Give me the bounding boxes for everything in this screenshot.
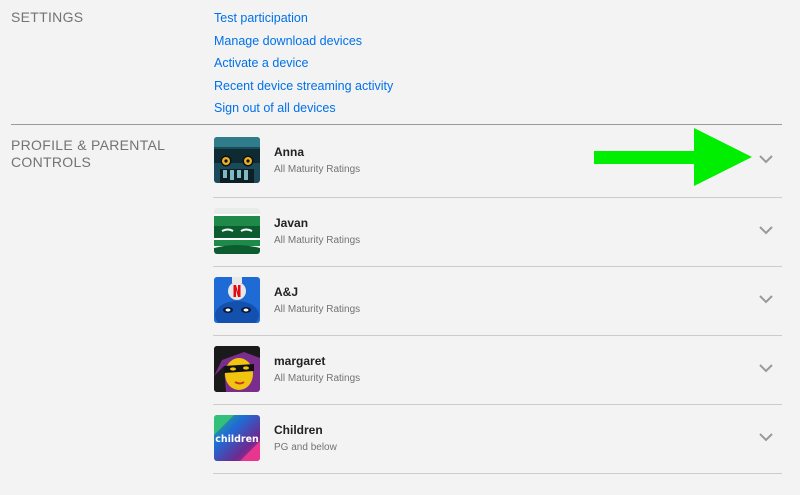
chevron-down-icon[interactable] [758, 151, 774, 167]
profile-name: Anna [274, 145, 304, 159]
green-arrow-icon [594, 128, 754, 186]
profile-rating: PG and below [274, 442, 337, 453]
profile-rating: All Maturity Ratings [274, 304, 361, 315]
profile-row-margaret[interactable]: margaret All Maturity Ratings [213, 336, 782, 405]
profile-rating: All Maturity Ratings [274, 235, 361, 246]
recent-streaming-activity-link[interactable]: Recent device streaming activity [214, 75, 393, 98]
settings-heading: SETTINGS [11, 9, 84, 25]
settings-links: Test participation Manage download devic… [214, 7, 393, 120]
profile-row-a-and-j[interactable]: A&J All Maturity Ratings [213, 267, 782, 336]
profile-rating: All Maturity Ratings [274, 373, 361, 384]
masked-face-icon [214, 208, 260, 254]
svg-text:children: children [215, 434, 259, 445]
section-divider [11, 124, 782, 125]
children-logo-icon: children [214, 415, 260, 461]
profile-rating: All Maturity Ratings [274, 164, 361, 175]
profile-name: Javan [274, 216, 309, 230]
masked-woman-icon [214, 346, 260, 392]
profile-row-children[interactable]: children Children PG and below [213, 405, 782, 474]
netflix-helmet-icon [214, 277, 260, 323]
sign-out-all-devices-link[interactable]: Sign out of all devices [214, 97, 393, 120]
profile-row-javan[interactable]: Javan All Maturity Ratings [213, 198, 782, 267]
chevron-down-icon[interactable] [758, 360, 774, 376]
chevron-down-icon[interactable] [758, 222, 774, 238]
activate-device-link[interactable]: Activate a device [214, 52, 393, 75]
chevron-down-icon[interactable] [758, 429, 774, 445]
manage-download-devices-link[interactable]: Manage download devices [214, 30, 393, 53]
chevron-down-icon[interactable] [758, 291, 774, 307]
robot-face-icon [214, 137, 260, 183]
profile-name: margaret [274, 354, 326, 368]
profile-parental-controls-heading: PROFILE & PARENTAL CONTROLS [11, 137, 165, 170]
profile-name: A&J [274, 285, 299, 299]
profile-name: Children [274, 423, 323, 437]
test-participation-link[interactable]: Test participation [214, 7, 393, 30]
